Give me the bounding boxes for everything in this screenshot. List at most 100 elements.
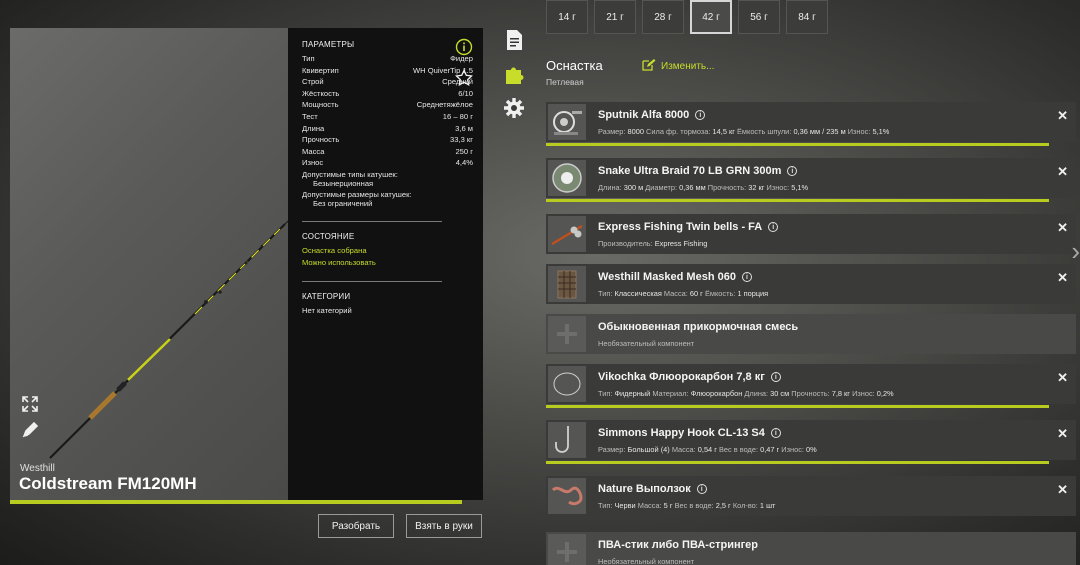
info-icon[interactable]: i [695, 110, 706, 120]
detail-value: Express Fishing [654, 239, 708, 248]
detail-label: Длина: [744, 389, 769, 398]
reel-sizes-label: Допустимые размеры катушек: [302, 189, 412, 199]
param-value: 3,6 м [455, 123, 473, 133]
info-icon[interactable]: i [768, 222, 779, 232]
take-in-hands-button[interactable]: Взять в руки [406, 514, 482, 538]
component-details: Размер: Большой (4) Масса: 0,54 г Вес в … [598, 445, 817, 454]
rod-brand: Westhill [20, 463, 55, 474]
component-details: Тип: Фидерный Материал: Флюорокарбон Дли… [598, 389, 894, 398]
gear-icon[interactable] [502, 96, 526, 120]
component-name-text: Snake Ultra Braid 70 LB GRN 300m [598, 165, 782, 177]
component-details: Необязательный компонент [598, 339, 694, 348]
detail-value: 0% [806, 445, 817, 454]
remove-icon[interactable]: ✕ [1057, 482, 1068, 498]
line-spool-icon [548, 160, 586, 196]
condition-bar [546, 143, 1049, 146]
param-row: Мощность Среднетяжёлое [302, 99, 473, 111]
divider [302, 220, 442, 222]
state-usable: Можно использовать [302, 257, 376, 267]
disassemble-button[interactable]: Разобрать [318, 514, 394, 538]
info-icon[interactable]: i [787, 166, 798, 176]
empty-slot[interactable]: Обыкновенная прикормочная смесь Необязате… [546, 314, 1076, 354]
detail-value: Фидерный [614, 389, 651, 398]
detail-value: 0,47 г [760, 445, 780, 454]
expand-icon[interactable] [20, 394, 40, 414]
remove-icon[interactable]: ✕ [1057, 426, 1068, 442]
weight-tab[interactable]: 28 г [642, 0, 684, 34]
plus-icon [548, 534, 586, 565]
detail-label: Длина: [598, 183, 622, 192]
component-slot[interactable]: Vikochka Флюорокарбон 7,8 кг i Тип: Фидерн… [546, 364, 1076, 408]
detail-label: Ёмкость: [704, 289, 736, 298]
info-icon[interactable]: i [741, 272, 752, 282]
condition-bar [546, 405, 1049, 408]
detail-value: 1 шт [759, 501, 776, 510]
info-icon[interactable]: i [770, 372, 781, 382]
params-icons [455, 38, 473, 92]
info-icon[interactable]: i [770, 428, 781, 438]
rod-condition-bar [10, 500, 462, 504]
detail-label: Износ: [847, 127, 871, 136]
detail-label: Материал: [652, 389, 689, 398]
rod-preview: Westhill Coldstream FM120MH [10, 28, 288, 500]
component-name-text: Express Fishing Twin bells - FA [598, 221, 763, 233]
params-list: Тип Фидер Квивертип WH QuiverTip 1.5 Строй Ср… [302, 53, 473, 169]
detail-label: Масса: [637, 501, 662, 510]
component-details: Тип: Классическая Масса: 60 г Ёмкость: 1… [598, 289, 768, 298]
weight-tab[interactable]: 84 г [786, 0, 828, 34]
leader-coil-icon [548, 366, 586, 402]
component-slot[interactable]: Westhill Masked Mesh 060 i Тип: Классическ… [546, 264, 1076, 304]
component-details: Длина: 300 м Диаметр: 0,36 мм Прочность:… [598, 183, 808, 192]
param-value: 250 г [455, 146, 473, 156]
condition-bar [546, 461, 1049, 464]
chevron-right-icon[interactable]: › [1071, 236, 1080, 267]
remove-icon[interactable]: ✕ [1057, 270, 1068, 286]
info-icon[interactable] [455, 38, 473, 61]
side-toolbar [502, 28, 526, 120]
info-icon[interactable]: i [696, 484, 707, 494]
component-slot[interactable]: Express Fishing Twin bells - FA i Производ… [546, 214, 1076, 254]
empty-slot[interactable]: ПВА-стик либо ПВА-стрингер Необязательный… [546, 532, 1076, 565]
weight-tab[interactable]: 56 г [738, 0, 780, 34]
document-icon[interactable] [502, 28, 526, 52]
detail-label: Ёмкость шпули: [736, 127, 792, 136]
component-name-text: Vikochka Флюорокарбон 7,8 кг [598, 371, 765, 383]
detail-value: Большой (4) [627, 445, 670, 454]
rename-pen-icon[interactable] [20, 420, 40, 440]
weight-tab[interactable]: 14 г [546, 0, 588, 34]
detail-value: 5,1% [872, 127, 890, 136]
detail-value: 8000 [627, 127, 644, 136]
detail-value: 0,2% [876, 389, 894, 398]
component-slot[interactable]: Simmons Happy Hook CL-13 S4 i Размер: Боль… [546, 420, 1076, 464]
detail-label: Размер: [598, 127, 626, 136]
detail-label: Масса: [663, 289, 688, 298]
component-slot[interactable]: Snake Ultra Braid 70 LB GRN 300m i Длина: … [546, 158, 1076, 202]
component-slot[interactable]: Sputnik Alfa 8000 i Размер: 8000 Сила фр. … [546, 102, 1076, 146]
detail-label: Прочность: [707, 183, 747, 192]
component-details: Необязательный компонент [598, 557, 694, 565]
edit-rig-button[interactable]: Изменить... [642, 58, 714, 74]
param-key: Квивертип [302, 65, 339, 75]
feeder-rig-icon [548, 216, 586, 252]
component-slot[interactable]: Nature Выползок i Тип: Черви Масса: 5 г Ве… [546, 476, 1076, 516]
remove-icon[interactable]: ✕ [1057, 164, 1068, 180]
param-key: Масса [302, 146, 325, 156]
detail-label: Необязательный компонент [598, 339, 695, 348]
component-name: ПВА-стик либо ПВА-стрингер [598, 539, 758, 551]
hook-icon [548, 422, 586, 458]
divider [302, 280, 442, 282]
rig-components-list: Sputnik Alfa 8000 i Размер: 8000 Сила фр. … [546, 102, 1076, 565]
weight-tab[interactable]: 21 г [594, 0, 636, 34]
param-row: Квивертип WH QuiverTip 1.5 [302, 65, 473, 77]
remove-icon[interactable]: ✕ [1057, 220, 1068, 236]
param-value: 33,3 кг [450, 135, 473, 145]
favorite-star-icon[interactable] [455, 68, 473, 92]
puzzle-icon[interactable] [502, 62, 526, 86]
categories-header: КАТЕГОРИИ [302, 291, 351, 301]
remove-icon[interactable]: ✕ [1057, 108, 1068, 124]
detail-label: Износ: [852, 389, 875, 398]
param-row: Жёсткость 6/10 [302, 88, 473, 100]
remove-icon[interactable]: ✕ [1057, 370, 1068, 386]
component-name: Обыкновенная прикормочная смесь [598, 321, 798, 333]
weight-tab-active[interactable]: 42 г [690, 0, 732, 34]
